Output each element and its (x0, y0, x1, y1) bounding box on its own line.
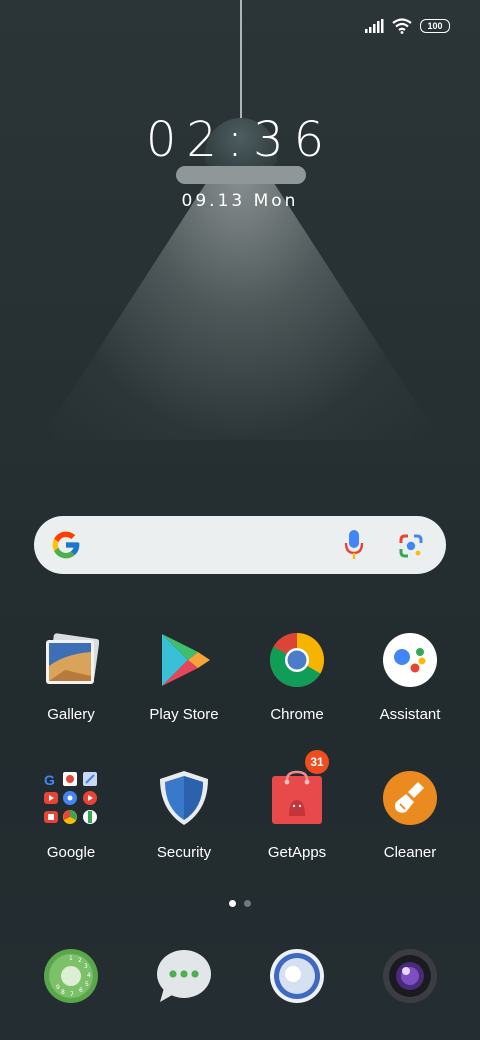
svg-text:5: 5 (85, 981, 89, 988)
dock-browser[interactable] (242, 948, 352, 1004)
app-getapps[interactable]: 31 GetApps (242, 750, 352, 861)
svg-text:6: 6 (79, 987, 83, 994)
battery-indicator: 100 (420, 19, 450, 33)
svg-text:7: 7 (70, 991, 74, 998)
gallery-icon (43, 632, 100, 688)
google-folder-icon: G (43, 770, 99, 826)
lamp-bar (176, 166, 306, 184)
app-label: GetApps (267, 844, 327, 861)
page-dot-1[interactable] (229, 900, 236, 907)
camera-icon (382, 948, 438, 1004)
app-label: Assistant (379, 706, 441, 723)
security-icon (156, 770, 212, 826)
google-lens-icon[interactable] (398, 533, 424, 559)
clock-time[interactable]: 02:36 (0, 112, 480, 168)
svg-text:1: 1 (69, 955, 73, 962)
app-assistant[interactable]: Assistant (355, 632, 465, 723)
app-label: Security (156, 844, 212, 861)
lamp-cord (240, 0, 242, 118)
notification-badge: 31 (305, 750, 329, 774)
app-cleaner[interactable]: Cleaner (355, 770, 465, 861)
app-chrome[interactable]: Chrome (242, 632, 352, 723)
microphone-icon[interactable] (344, 529, 364, 561)
app-label: Gallery (47, 706, 95, 723)
clock-date[interactable]: 09.13 Mon (0, 191, 480, 211)
app-play-store[interactable]: Play Store (129, 632, 239, 723)
signal-icon (365, 19, 384, 33)
google-search-bar[interactable] (34, 516, 446, 574)
svg-text:9: 9 (56, 984, 60, 991)
svg-text:2: 2 (78, 957, 82, 964)
dock-messages[interactable] (129, 948, 239, 1004)
app-label: Chrome (270, 706, 324, 723)
getapps-icon: 31 (269, 750, 329, 826)
app-security[interactable]: Security (129, 770, 239, 861)
lamp-light-beam (40, 180, 440, 440)
messages-icon (156, 948, 212, 1004)
status-bar: 100 (364, 18, 450, 34)
google-g-icon (52, 531, 80, 559)
svg-text:G: G (44, 772, 55, 788)
app-label: Play Store (149, 706, 219, 723)
play-store-icon (156, 632, 212, 688)
folder-google[interactable]: G Google (16, 770, 126, 861)
browser-icon (269, 948, 325, 1004)
app-label: Google (46, 844, 96, 861)
dock-camera[interactable] (355, 948, 465, 1004)
wifi-icon (392, 18, 412, 34)
chrome-icon (269, 632, 325, 688)
svg-text:3: 3 (84, 963, 88, 970)
phone-dialer-icon: 123 4 56 987 (43, 948, 99, 1004)
app-label: Cleaner (383, 844, 437, 861)
page-dot-2[interactable] (244, 900, 251, 907)
svg-text:8: 8 (61, 989, 65, 996)
page-indicator[interactable] (0, 900, 480, 907)
svg-text:4: 4 (87, 972, 91, 979)
assistant-icon (382, 632, 438, 688)
dock-phone[interactable]: 123 4 56 987 (16, 948, 126, 1004)
cleaner-icon (382, 770, 438, 826)
app-gallery[interactable]: Gallery (16, 632, 126, 723)
